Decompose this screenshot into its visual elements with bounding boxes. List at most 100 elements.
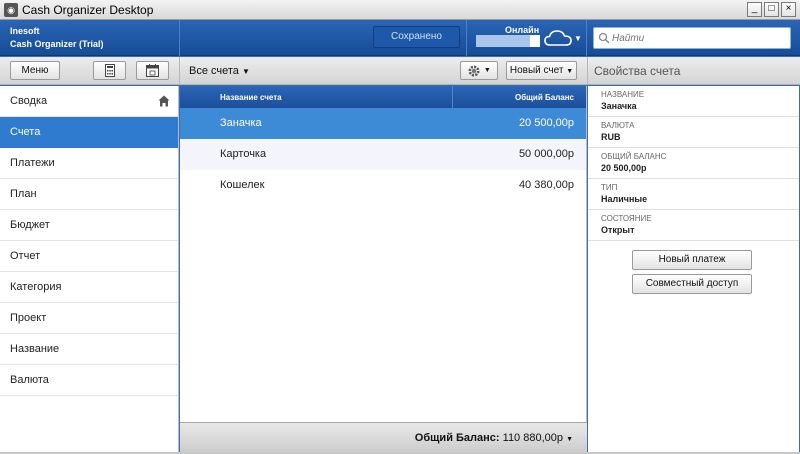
property-value: Открыт — [601, 225, 635, 235]
account-balance: 50 000,00р — [518, 148, 574, 160]
chevron-down-icon: ▼ — [566, 68, 574, 75]
account-balance: 20 500,00р — [518, 117, 574, 129]
table-row[interactable]: Кошелек 40 380,00р — [180, 170, 586, 201]
sidebar-item-payee[interactable]: Название — [0, 334, 178, 365]
property-value: 20 500,00р — [601, 163, 647, 173]
sidebar-item-label: Бюджет — [10, 219, 50, 231]
property-value: Наличные — [601, 194, 648, 204]
property-name: НАЗВАНИЕ Заначка — [588, 86, 799, 117]
sidebar-item-label: Название — [10, 343, 60, 355]
sidebar-item-project[interactable]: Проект — [0, 303, 178, 334]
column-header-name[interactable]: Название счета — [220, 93, 282, 102]
table-row[interactable]: Карточка 50 000,00р — [180, 139, 586, 170]
sidebar-item-accounts[interactable]: Счета — [0, 117, 178, 148]
app-icon: ◉ — [4, 3, 18, 17]
column-divider[interactable] — [452, 86, 453, 108]
calculator-icon — [104, 64, 115, 77]
account-properties-panel: НАЗВАНИЕ Заначка ВАЛЮТА RUB ОБЩИЙ БАЛАНС… — [588, 86, 799, 452]
total-balance-value: 110 880,00р — [502, 432, 563, 444]
sidebar-item-currency[interactable]: Валюта — [0, 365, 178, 396]
window-controls: _ □ × — [747, 2, 796, 17]
calendar-button[interactable] — [136, 61, 169, 80]
sidebar-item-budget[interactable]: Бюджет — [0, 210, 178, 241]
sidebar-item-label: Валюта — [10, 374, 49, 386]
product-name: Cash Organizer (Trial) — [10, 39, 104, 49]
brand: Inesoft Cash Organizer (Trial) — [10, 25, 104, 51]
window-title: Cash Organizer Desktop — [22, 3, 154, 17]
new-account-label: Новый счет — [509, 65, 564, 76]
sync-indicator — [530, 35, 540, 47]
calculator-button[interactable] — [93, 61, 126, 80]
sidebar-item-summary[interactable]: Сводка — [0, 86, 178, 117]
gear-icon — [468, 65, 480, 77]
toolbar: Меню Все счета ▼ ▼ Новый счет ▼ Свойства… — [0, 57, 800, 85]
chevron-down-icon: ▼ — [566, 436, 573, 443]
property-label: ТИП — [601, 183, 618, 192]
property-label: НАЗВАНИЕ — [601, 90, 645, 99]
cloud-icon[interactable] — [543, 28, 573, 48]
sidebar-item-payments[interactable]: Платежи — [0, 148, 178, 179]
maximize-button[interactable]: □ — [764, 2, 779, 17]
home-icon — [158, 95, 170, 107]
grid-footer: Общий Баланс: 110 880,00р ▼ — [180, 422, 587, 452]
sidebar-item-label: Платежи — [10, 157, 55, 169]
sidebar-item-label: Проект — [10, 312, 47, 324]
sidebar-item-label: Сводка — [10, 95, 48, 107]
total-balance-dropdown[interactable]: Общий Баланс: 110 880,00р ▼ — [415, 432, 573, 444]
sidebar: Сводка Счета Платежи План Бюджет Отчет К… — [0, 86, 179, 452]
accounts-filter-label: Все счета — [189, 65, 239, 77]
sync-progress — [476, 35, 530, 47]
toolbar-divider — [587, 57, 588, 85]
search-input[interactable] — [612, 30, 787, 46]
property-value: RUB — [601, 132, 621, 142]
minimize-button[interactable]: _ — [747, 2, 762, 17]
account-name: Карточка — [220, 148, 267, 160]
property-balance: ОБЩИЙ БАЛАНС 20 500,00р — [588, 148, 799, 179]
sidebar-item-plan[interactable]: План — [0, 179, 178, 210]
account-name: Заначка — [220, 117, 262, 129]
accounts-filter-dropdown[interactable]: Все счета ▼ — [189, 65, 250, 77]
table-row[interactable]: Заначка 20 500,00р — [180, 108, 586, 139]
window-titlebar: ◉ Cash Organizer Desktop _ □ × — [0, 0, 800, 20]
search-icon — [598, 32, 610, 44]
total-balance-label: Общий Баланс: — [414, 432, 500, 444]
close-button[interactable]: × — [781, 2, 796, 17]
properties-title: Свойства счета — [594, 64, 681, 78]
shared-access-button[interactable]: Совместный доступ — [632, 274, 752, 294]
column-header-balance[interactable]: Общий Баланс — [515, 93, 574, 102]
property-label: ОБЩИЙ БАЛАНС — [601, 152, 667, 161]
chevron-down-icon: ▼ — [241, 67, 250, 76]
account-name: Кошелек — [220, 179, 265, 191]
header-divider — [466, 20, 467, 56]
property-value: Заначка — [601, 101, 637, 111]
sidebar-item-label: Отчет — [10, 250, 41, 262]
menu-button[interactable]: Меню — [10, 61, 60, 80]
sidebar-item-category[interactable]: Категория — [0, 272, 178, 303]
settings-button[interactable]: ▼ — [460, 61, 498, 80]
company-name: Inesoft — [10, 26, 40, 36]
property-label: ВАЛЮТА — [601, 121, 635, 130]
sidebar-item-report[interactable]: Отчет — [0, 241, 178, 272]
toolbar-divider — [179, 57, 180, 85]
sidebar-item-label: План — [10, 188, 37, 200]
saved-status: Сохранено — [373, 26, 460, 48]
account-balance: 40 380,00р — [518, 179, 574, 191]
accounts-grid: Название счета Общий Баланс Заначка 20 5… — [180, 86, 587, 452]
header-divider — [586, 20, 587, 56]
header-divider — [179, 20, 180, 56]
property-type: ТИП Наличные — [588, 179, 799, 210]
new-account-button[interactable]: Новый счет ▼ — [506, 61, 577, 80]
chevron-down-icon[interactable]: ▼ — [574, 34, 582, 43]
online-status: Онлайн — [505, 25, 540, 35]
property-state: СОСТОЯНИЕ Открыт — [588, 210, 799, 241]
chevron-down-icon: ▼ — [483, 67, 491, 74]
search-box[interactable] — [593, 27, 791, 49]
property-currency: ВАЛЮТА RUB — [588, 117, 799, 148]
grid-header: Название счета Общий Баланс — [180, 86, 586, 108]
app-header: Inesoft Cash Organizer (Trial) Сохранено… — [0, 20, 800, 56]
property-label: СОСТОЯНИЕ — [601, 214, 652, 223]
sidebar-item-label: Счета — [10, 126, 41, 138]
calendar-icon — [146, 64, 159, 77]
sidebar-item-label: Категория — [10, 281, 62, 293]
new-payment-button[interactable]: Новый платеж — [632, 250, 752, 270]
